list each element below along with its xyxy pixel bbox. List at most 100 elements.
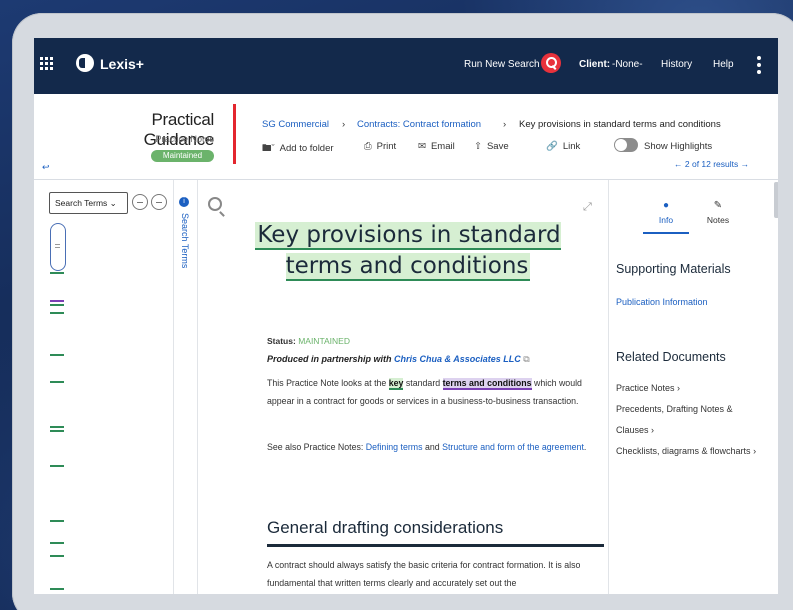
structure-form-link[interactable]: Structure and form of the agreement (442, 442, 584, 452)
breadcrumb-separator: › (503, 119, 507, 130)
hit-marker[interactable] (50, 542, 64, 544)
breadcrumb-contract-formation[interactable]: Contracts: Contract formation (357, 119, 481, 130)
help-link[interactable]: Help (713, 59, 734, 70)
hit-marker[interactable] (50, 430, 64, 432)
document-title-text: Key provisions in standard terms and con… (255, 222, 561, 281)
client-value[interactable]: -None- (612, 59, 643, 70)
chevron-right-icon: › (651, 425, 655, 435)
hit-marker[interactable] (50, 555, 64, 557)
print-label: Print (376, 141, 397, 152)
client-label: Client: (579, 59, 611, 70)
hit-marker[interactable] (50, 304, 64, 306)
breadcrumb-sg-commercial[interactable]: SG Commercial (262, 119, 329, 130)
hit-marker[interactable] (50, 354, 64, 356)
app-grid-icon[interactable] (40, 57, 54, 71)
hit-marker[interactable] (50, 300, 64, 302)
highlight-key: key (388, 378, 404, 390)
related-item-precedents[interactable]: Precedents, Drafting Notes & Clauses › (616, 399, 766, 441)
right-panel: ● Info ✎ Notes Supporting Materials Publ… (608, 180, 778, 594)
intro-text: standard (405, 378, 441, 388)
show-highlights-toggle[interactable] (614, 138, 638, 152)
tab-info[interactable]: ● Info (643, 200, 689, 225)
hit-marker[interactable] (50, 381, 64, 383)
doc-header: Practical Guidance Practice Notes Mainta… (34, 94, 778, 180)
drafting-paragraph: A contract should always satisfy the bas… (267, 560, 581, 588)
supporting-materials-heading: Supporting Materials (616, 262, 731, 276)
chevron-right-icon: › (677, 383, 681, 393)
search-icon[interactable] (541, 53, 561, 73)
produced-prefix: Produced in partnership with (267, 354, 392, 364)
active-tab-indicator (643, 232, 689, 234)
chevron-down-icon: ⌄ (109, 198, 117, 208)
add-to-folder-label: Add to folder (279, 143, 334, 154)
search-terms-panel: Search Terms ⌄ (34, 180, 174, 594)
accent-divider (233, 104, 236, 164)
related-item-checklists[interactable]: Checklists, diagrams & flowcharts › (616, 441, 766, 462)
page-title: Practical Guidance (143, 110, 215, 149)
document-body: ⤢ Key provisions in standard terms and c… (198, 180, 608, 594)
hit-marker[interactable] (50, 588, 64, 590)
link-icon: 🔗 (546, 141, 558, 152)
chevron-right-icon: › (753, 446, 757, 456)
expand-icon[interactable]: ⤢ (583, 200, 597, 214)
results-pager[interactable]: ← 2 of 12 results → (674, 159, 749, 169)
print-button[interactable]: ⎙ Print (364, 141, 396, 152)
save-label: Save (486, 141, 509, 152)
previous-term-button[interactable] (132, 194, 148, 210)
more-menu-icon[interactable] (757, 56, 761, 74)
search-terms-select-value: Search Terms (55, 198, 108, 208)
hit-marker[interactable] (50, 426, 64, 428)
related-item-label: Checklists, diagrams & flowcharts (616, 446, 751, 456)
printer-icon: ⎙ (364, 141, 372, 152)
partner-link[interactable]: Chris Chua & Associates LLC (394, 354, 521, 364)
history-link[interactable]: History (661, 59, 692, 70)
produced-line: Produced in partnership with Chris Chua … (267, 354, 530, 365)
search-terms-tab[interactable]: i Search Terms (174, 180, 198, 594)
hit-marker[interactable] (50, 312, 64, 314)
info-dot-icon: i (179, 197, 189, 207)
hit-marker[interactable] (50, 520, 64, 522)
app-name[interactable]: Lexis+ (100, 56, 144, 72)
publication-information-link[interactable]: Publication Information (616, 297, 708, 307)
search-terms-tab-label: Search Terms (180, 213, 190, 269)
link-label: Link (562, 141, 581, 152)
back-arrow-icon[interactable]: ↩ (42, 162, 50, 173)
search-in-document-icon[interactable] (208, 197, 222, 211)
link-button[interactable]: 🔗 Link (546, 141, 580, 152)
add-to-folder-button[interactable]: 🖿ˇ Add to folder (262, 141, 334, 157)
document-title: Key provisions in standard terms and con… (248, 220, 568, 282)
intro-paragraph: This Practice Note looks at the key stan… (267, 374, 607, 410)
run-new-search-link[interactable]: Run New Search (464, 59, 540, 70)
see-also-text: . (583, 442, 587, 452)
top-nav: Lexis+ Run New Search Client: -None- His… (34, 38, 778, 94)
lexis-logo-icon[interactable] (76, 54, 94, 72)
hit-map-scroll-thumb[interactable] (50, 223, 66, 271)
hit-marker[interactable] (50, 465, 64, 467)
right-panel-scrollbar[interactable] (774, 182, 778, 218)
hit-marker[interactable] (50, 272, 64, 274)
save-button[interactable]: ⇧ Save (474, 141, 509, 152)
pencil-icon: ✎ (713, 200, 723, 211)
show-highlights-label: Show Highlights (644, 141, 713, 152)
info-icon: ● (662, 200, 670, 211)
prev-result-icon[interactable]: ← (674, 159, 683, 169)
status-line: Status: MAINTAINED (267, 336, 350, 346)
related-item-label: Precedents, Drafting Notes & Clauses (616, 404, 733, 435)
section-heading: General drafting considerations (267, 518, 604, 547)
defining-terms-link[interactable]: Defining terms (366, 442, 423, 452)
tab-notes[interactable]: ✎ Notes (695, 200, 741, 225)
next-term-button[interactable] (151, 194, 167, 210)
search-terms-select[interactable]: Search Terms ⌄ (49, 192, 128, 214)
related-item-practice-notes[interactable]: Practice Notes › (616, 378, 766, 399)
breadcrumb-current: Key provisions in standard terms and con… (519, 119, 721, 130)
email-button[interactable]: ✉ Email (418, 141, 455, 152)
copy-icon[interactable]: ⧉ (523, 354, 529, 364)
results-count: 2 of 12 results (684, 159, 739, 169)
email-label: Email (430, 141, 455, 152)
see-also-paragraph: See also Practice Notes: Defining terms … (267, 438, 607, 456)
status-label: Status: (267, 336, 296, 346)
page-subtitle: Practice Notes (155, 134, 214, 144)
status-badge: Maintained (151, 150, 214, 162)
next-result-icon[interactable]: → (741, 159, 750, 169)
tab-info-label: Info (658, 215, 674, 225)
